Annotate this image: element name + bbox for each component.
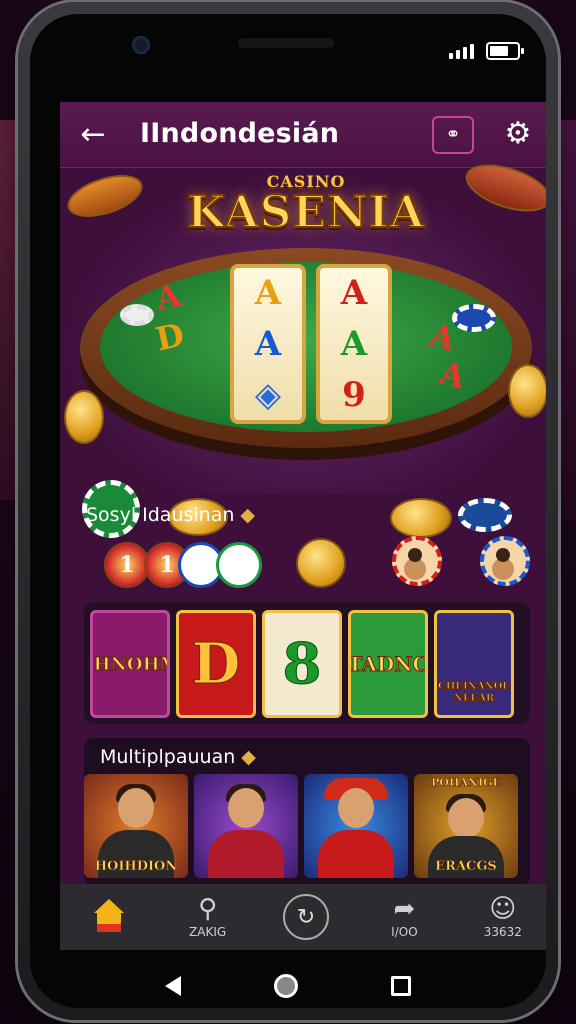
slot-reel-2: A A 9 (316, 264, 392, 424)
reel-symbol: 9 (342, 374, 366, 415)
section-games: SHNOHM D 8 TADNC CHEINANOE NEEAR (60, 602, 546, 732)
game-card-label: TADNC (348, 652, 428, 677)
player-card-label: ERACGS (435, 859, 497, 875)
player-face (338, 788, 374, 828)
game-card-label: SHNOHM (93, 653, 167, 675)
hero-banner[interactable]: CASINO KASENIA A A ◈ A A 9 A D A A (60, 155, 546, 538)
app-bar: ← IIndondesián ⚭ ⚙ (60, 102, 546, 168)
game-card-strip: SHNOHM D 8 TADNC CHEINANOE NEEAR (84, 602, 530, 724)
game-card-label: D (191, 631, 241, 698)
nav-search[interactable]: ⚲ ZAKIG (158, 884, 256, 950)
profile-icon: ☺ (489, 894, 517, 924)
system-back-icon[interactable] (164, 976, 181, 996)
battery-icon (486, 42, 524, 60)
player-card[interactable]: POHANIGE ERACGS (414, 774, 518, 878)
player-body (318, 830, 394, 878)
player-card[interactable] (194, 774, 298, 878)
phone-frame: ← IIndondesián ⚭ ⚙ CASINO KASENIA A A ◈ (18, 2, 558, 1020)
gold-coin-icon (508, 364, 546, 418)
system-recents-icon[interactable] (391, 976, 412, 996)
section-title: Multiplpauuan ◆ (100, 746, 256, 768)
player-card-label: HOIHDION (94, 859, 178, 875)
player-body (208, 830, 284, 878)
nav-label: ZAKIG (189, 925, 227, 939)
app-screen: ← IIndondesián ⚭ ⚙ CASINO KASENIA A A ◈ (60, 102, 546, 950)
casino-logo: CASINO KASENIA (60, 172, 546, 238)
spin-icon: ↻ (283, 894, 330, 940)
section-title-text: Multiplpauuan (100, 746, 236, 768)
search-icon: ⚲ (198, 894, 218, 924)
player-card[interactable]: HOIHDION (84, 774, 188, 878)
system-home-icon[interactable] (273, 974, 298, 998)
nav-spin[interactable]: ↻ (257, 884, 355, 950)
nav-home[interactable] (60, 884, 158, 950)
reel-symbol: A (340, 273, 368, 314)
diamond-icon: ◆ (240, 504, 256, 526)
game-card-label: CHEINANOE NEEAR (437, 681, 511, 705)
reel-symbol: A (340, 323, 368, 364)
nav-pin[interactable]: ➦ I/OO (355, 884, 453, 950)
bottom-nav: ⚲ ZAKIG ↻ ➦ I/OO ☺ 33632 (60, 884, 546, 950)
player-card-top-label: POHANIGE (431, 776, 501, 790)
multiplayer-strip: Multiplpauuan ◆ HOIHDION POHANIGE ERACGS (84, 738, 530, 886)
status-bar (30, 14, 546, 92)
player-face (228, 788, 264, 828)
system-nav-bar (30, 952, 546, 1008)
reel-symbol: ◈ (254, 374, 282, 415)
logo-big-text: KASENIA (186, 187, 425, 238)
game-card-label: 8 (282, 631, 322, 698)
section-multiplayer: Multiplpauuan ◆ HOIHDION POHANIGE ERACGS (60, 738, 546, 886)
page-title: IIndondesián (140, 118, 340, 149)
chip-token-icon[interactable] (216, 542, 262, 588)
battery-fill (490, 46, 509, 56)
game-card[interactable]: CHEINANOE NEEAR (434, 610, 514, 718)
nav-label: 33632 (483, 925, 522, 939)
slot-reel-1: A A ◈ (230, 264, 306, 424)
poker-chip-icon (120, 304, 154, 326)
home-icon (92, 899, 126, 933)
game-card[interactable]: 8 (262, 610, 342, 718)
earpiece-speaker (238, 38, 334, 48)
section-title-text: Sosyl Idausinan (86, 504, 235, 526)
nav-label: I/OO (391, 925, 418, 939)
pin-icon: ➦ (393, 894, 416, 924)
player-face (118, 788, 154, 828)
poker-chip-icon (452, 304, 496, 332)
diamond-icon: ◆ (241, 746, 256, 768)
section-title: Sosyl Idausinan ◆ (86, 504, 255, 526)
reel-symbol: A (254, 273, 282, 314)
game-card[interactable]: TADNC (348, 610, 428, 718)
avatar-token[interactable] (480, 536, 530, 586)
reel-symbol: A (254, 323, 282, 364)
player-face (448, 798, 484, 838)
gear-icon[interactable]: ⚙ (500, 116, 536, 152)
phone-screen: ← IIndondesián ⚭ ⚙ CASINO KASENIA A A ◈ (30, 14, 546, 1008)
gold-coin-icon (64, 390, 104, 444)
gold-coin-token-icon[interactable] (296, 538, 346, 588)
front-camera-icon (132, 36, 150, 54)
arrow-left-icon[interactable]: ← (76, 119, 110, 153)
player-card[interactable] (304, 774, 408, 878)
signal-icon (449, 44, 474, 59)
game-card[interactable]: D (176, 610, 256, 718)
nav-profile[interactable]: ☺ 33632 (454, 884, 546, 950)
avatar-token[interactable] (392, 536, 442, 586)
section-social: Sosyl Idausinan ◆ 1 1 (60, 494, 546, 604)
link-icon[interactable]: ⚭ (432, 116, 474, 154)
game-card[interactable]: SHNOHM (90, 610, 170, 718)
